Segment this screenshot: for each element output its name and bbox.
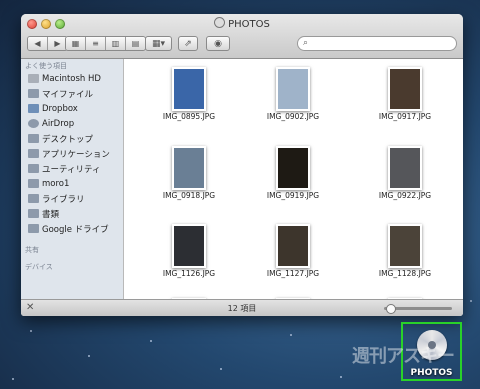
file-item[interactable]: IMG_0918.JPG (148, 142, 230, 212)
icon-view-button[interactable]: ▦ (66, 37, 86, 50)
file-item[interactable]: IMG_0902.JPG (252, 63, 334, 133)
search-icon: ⌕ (303, 38, 309, 48)
file-name: IMG_0922.JPG (378, 191, 432, 200)
sidebar-item-desktop[interactable]: デスクトップ (28, 132, 93, 145)
sidebar-item-label: アプリケーション (42, 149, 110, 160)
watermark: 週刊アスキー (352, 346, 455, 367)
sidebar-item-utilities[interactable]: ユーティリティ (28, 162, 100, 175)
sidebar-item-library[interactable]: ライブラリ (28, 192, 85, 205)
sidebar-item-label: moro1 (42, 178, 70, 189)
photo-thumbnail (172, 146, 206, 190)
disc-icon (214, 17, 226, 28)
sidebar-item-label: AirDrop (42, 118, 75, 129)
home-icon (28, 179, 39, 188)
finder-window: PHOTOS ◀ ▶ ▦ ≡ ▥ ▤ ▦▾ ⇗ ◉ ⌕ よく使う項目 Macin… (21, 14, 463, 316)
sidebar-section-favorites: よく使う項目 (25, 62, 67, 70)
search-field[interactable]: ⌕ (297, 36, 457, 51)
sidebar-item-home[interactable]: moro1 (28, 177, 69, 190)
file-name: IMG_0895.JPG (162, 112, 216, 121)
sidebar-item-google-drive[interactable]: Google ドライブ (28, 222, 109, 235)
sidebar-item-dropbox[interactable]: Dropbox (28, 102, 78, 115)
sidebar-item-label: デスクトップ (42, 134, 94, 145)
photo-thumbnail (172, 67, 206, 111)
file-item[interactable]: IMG_0922.JPG (364, 142, 446, 212)
airdrop-icon (28, 119, 39, 128)
arrange-button[interactable]: ▦▾ (145, 36, 172, 51)
photo-thumbnail (388, 224, 422, 268)
photo-thumbnail (276, 146, 310, 190)
sidebar-item-label: ライブラリ (42, 194, 85, 205)
utilities-icon (28, 164, 39, 173)
file-item[interactable]: IMG_1127.JPG (252, 220, 334, 290)
sidebar-item-macintosh-hd[interactable]: Macintosh HD (28, 72, 101, 85)
sidebar-item-label: ユーティリティ (42, 164, 101, 175)
sidebar-item-label: マイファイル (42, 89, 94, 100)
eye-icon: ◉ (214, 38, 222, 49)
file-item[interactable]: IMG_0919.JPG (252, 142, 334, 212)
file-name: IMG_1128.JPG (378, 269, 432, 278)
share-icon: ⇗ (184, 38, 192, 49)
file-name: IMG_0919.JPG (266, 191, 320, 200)
photo-thumbnail (276, 67, 310, 111)
sidebar: よく使う項目 Macintosh HD マイファイル Dropbox AirDr… (21, 59, 124, 299)
status-bar: ✕ 12 項目 (21, 299, 463, 316)
file-name: IMG_0917.JPG (378, 112, 432, 121)
icon-size-slider[interactable] (384, 304, 452, 314)
photo-thumbnail (172, 224, 206, 268)
sidebar-item-all-my-files[interactable]: マイファイル (28, 87, 93, 100)
file-name: IMG_1127.JPG (266, 269, 320, 278)
desktop-icon-label: PHOTOS (410, 368, 453, 378)
file-item[interactable]: IMG_0917.JPG (364, 63, 446, 133)
file-item[interactable]: IMG_1126.JPG (148, 220, 230, 290)
all-my-files-icon (28, 89, 39, 98)
share-button[interactable]: ⇗ (178, 36, 198, 51)
file-name: IMG_0918.JPG (162, 191, 216, 200)
dropbox-icon (28, 104, 39, 113)
cover-flow-icon: ▤ (126, 37, 145, 50)
folder-icon (28, 194, 39, 203)
list-view-button[interactable]: ≡ (86, 37, 106, 50)
file-item[interactable]: IMG_1128.JPG (364, 220, 446, 290)
file-grid: IMG_0895.JPG IMG_0902.JPG IMG_0917.JPG I… (124, 59, 463, 299)
file-name: IMG_0902.JPG (266, 112, 320, 121)
sidebar-item-label: 書類 (42, 209, 60, 220)
back-button[interactable]: ◀ (28, 37, 48, 50)
sidebar-item-label: Google ドライブ (42, 224, 109, 235)
list-icon: ≡ (86, 37, 105, 50)
sidebar-item-label: Dropbox (42, 103, 78, 114)
columns-icon: ▥ (106, 37, 125, 50)
photo-thumbnail (276, 224, 310, 268)
photo-thumbnail (388, 67, 422, 111)
grid-icon: ▦ (66, 37, 85, 50)
documents-icon (28, 209, 39, 218)
file-name: IMG_1126.JPG (162, 269, 216, 278)
window-title: PHOTOS (21, 17, 463, 30)
sidebar-section-shared: 共有 (25, 246, 39, 254)
navigation-buttons: ◀ ▶ (27, 36, 68, 51)
column-view-button[interactable]: ▥ (106, 37, 126, 50)
hard-drive-icon (28, 74, 39, 83)
applications-icon (28, 149, 39, 158)
view-mode-selector: ▦ ≡ ▥ ▤ (65, 36, 146, 51)
window-title-text: PHOTOS (228, 19, 270, 30)
arrange-icon: ▦▾ (151, 38, 166, 49)
sidebar-section-devices: デバイス (25, 263, 53, 271)
sidebar-item-airdrop[interactable]: AirDrop (28, 117, 74, 130)
chevron-left-icon: ◀ (28, 37, 47, 50)
quick-look-button[interactable]: ◉ (206, 36, 230, 51)
folder-icon (28, 224, 39, 233)
cover-flow-button[interactable]: ▤ (126, 37, 145, 50)
sidebar-item-documents[interactable]: 書類 (28, 207, 59, 220)
sidebar-item-label: Macintosh HD (42, 73, 101, 84)
sidebar-item-applications[interactable]: アプリケーション (28, 147, 110, 160)
photo-thumbnail (388, 146, 422, 190)
slider-knob[interactable] (386, 304, 396, 314)
title-bar: PHOTOS ◀ ▶ ▦ ≡ ▥ ▤ ▦▾ ⇗ ◉ ⌕ (21, 14, 463, 59)
desktop-icon (28, 134, 39, 143)
file-item[interactable]: IMG_0895.JPG (148, 63, 230, 133)
